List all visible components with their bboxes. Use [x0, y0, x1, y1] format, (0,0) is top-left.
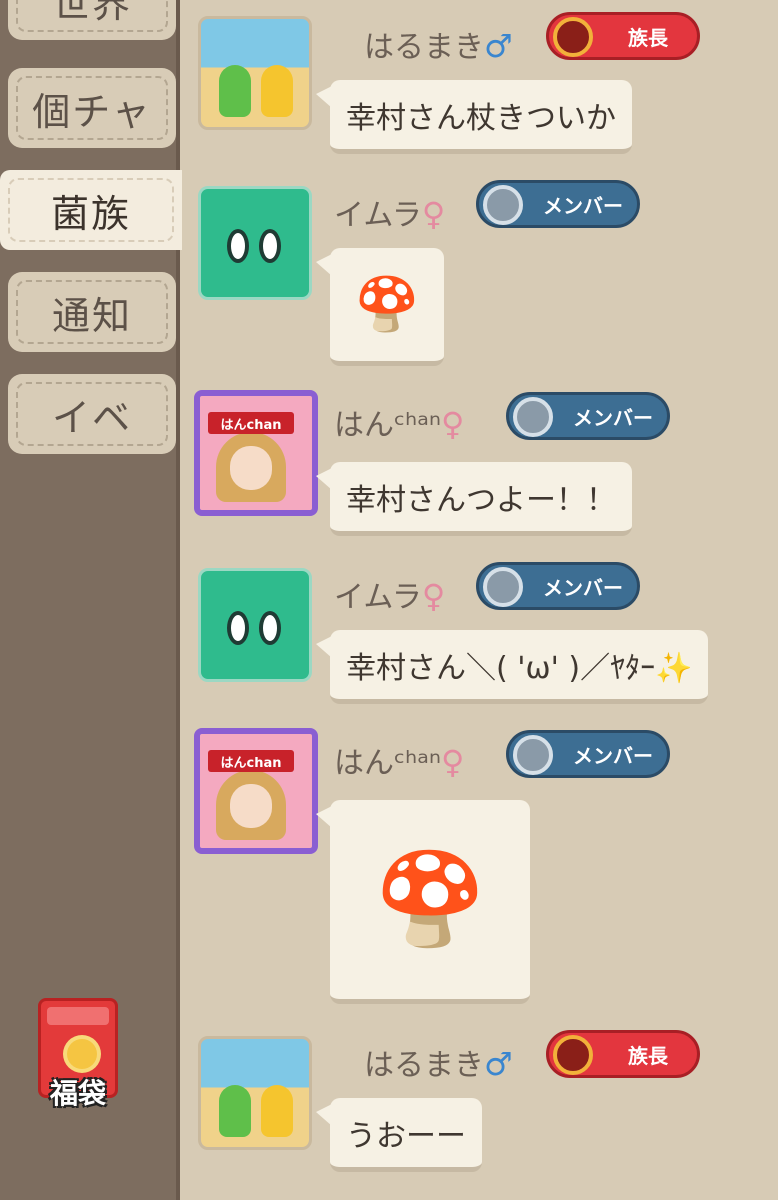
- female-icon: ♀: [440, 743, 465, 781]
- role-badge: 族長: [546, 1030, 700, 1078]
- fukubukuro-label: 福袋: [49, 1077, 106, 1110]
- avatar[interactable]: はんchan: [194, 728, 318, 854]
- username: イムラ♀: [334, 577, 446, 615]
- sticker-message: 🍄: [316, 248, 444, 366]
- role-badge: 族長: [546, 12, 700, 60]
- male-icon: ♂: [484, 1045, 513, 1083]
- message-bubble: うおーー: [316, 1098, 482, 1172]
- role-badge: メンバー: [506, 730, 670, 778]
- role-badge: メンバー: [476, 562, 640, 610]
- username: はんᶜʰᵃⁿ♀: [334, 743, 465, 781]
- tab-private-chat[interactable]: 個チャ: [8, 68, 176, 148]
- sidebar: 世界 個チャ 菌族 通知 イベ 福袋: [0, 0, 182, 1200]
- mushroom-emblem-icon: [483, 567, 523, 607]
- username: はるまき♂: [364, 1045, 513, 1083]
- mushroom-emblem-icon: [513, 397, 553, 437]
- avatar[interactable]: [198, 16, 312, 130]
- tab-world[interactable]: 世界: [8, 0, 176, 40]
- female-icon: ♀: [421, 577, 446, 615]
- message-bubble: 幸村さん杖きついか: [316, 80, 632, 154]
- role-badge: メンバー: [476, 180, 640, 228]
- mushroom-emblem-icon: [553, 1035, 593, 1075]
- tab-clan[interactable]: 菌族: [0, 170, 182, 250]
- avatar[interactable]: [198, 186, 312, 300]
- avatar[interactable]: [198, 1036, 312, 1150]
- username: はるまき♂: [364, 27, 513, 65]
- username: イムラ♀: [334, 195, 446, 233]
- tab-events[interactable]: イベ: [8, 374, 176, 454]
- fukubukuro-button[interactable]: 福袋: [30, 990, 130, 1120]
- male-icon: ♂: [484, 27, 513, 65]
- role-badge: メンバー: [506, 392, 670, 440]
- sticker-message: 🍄: [316, 800, 530, 1004]
- mushroom-emblem-icon: [553, 17, 593, 57]
- tab-notifications[interactable]: 通知: [8, 272, 176, 352]
- avatar[interactable]: [198, 568, 312, 682]
- message-bubble: 幸村さん＼( 'ω' )／ﾔﾀｰ✨: [315, 630, 709, 704]
- female-icon: ♀: [421, 195, 446, 233]
- avatar[interactable]: はんchan: [194, 390, 318, 516]
- username: はんᶜʰᵃⁿ♀: [334, 405, 465, 443]
- mushroom-emblem-icon: [513, 735, 553, 775]
- female-icon: ♀: [440, 405, 465, 443]
- message-bubble: 幸村さんつよー！！: [316, 462, 632, 536]
- mushroom-emblem-icon: [483, 185, 523, 225]
